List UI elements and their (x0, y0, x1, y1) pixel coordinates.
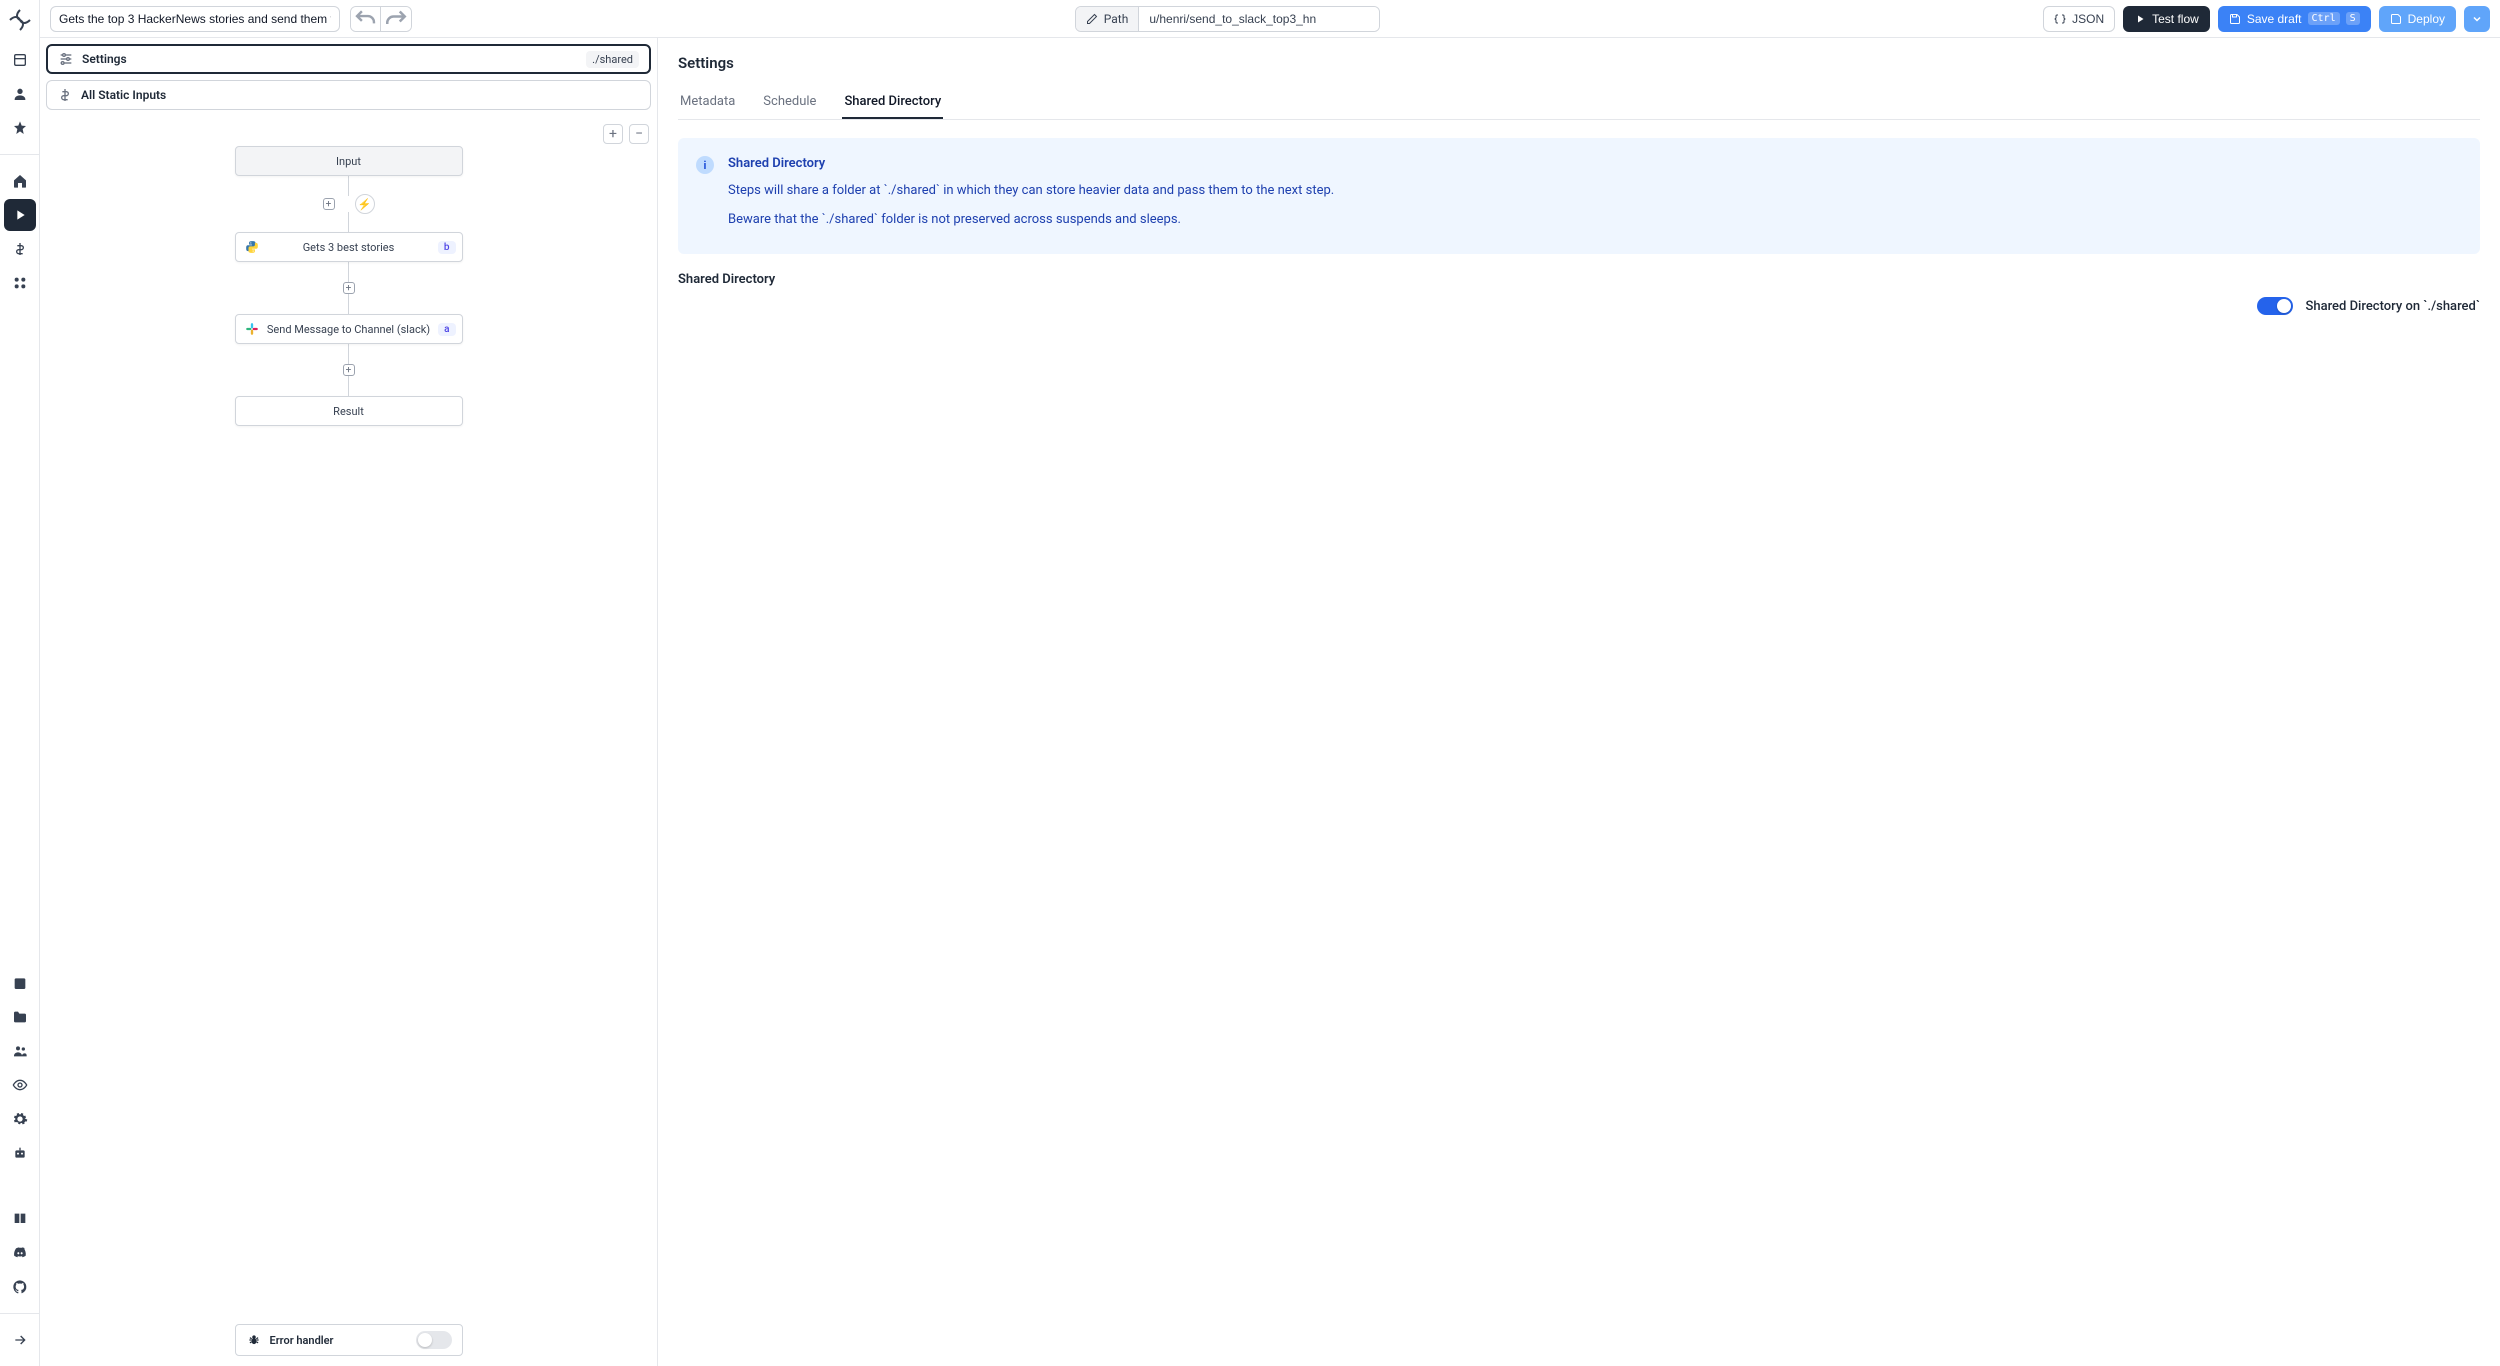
flow-node-step-b[interactable]: Gets 3 best stories b (235, 232, 463, 262)
deploy-label: Deploy (2408, 12, 2445, 26)
flow-canvas[interactable]: Input + ⚡ (40, 116, 657, 426)
dollar-icon (57, 87, 73, 103)
slack-icon (244, 321, 260, 337)
nav-calendar-icon[interactable] (4, 967, 36, 999)
flow-title-input[interactable] (50, 6, 340, 32)
info-box: i Shared Directory Steps will share a fo… (678, 138, 2480, 254)
nav-workspace-icon[interactable] (4, 44, 36, 76)
path-input[interactable] (1139, 7, 1379, 31)
nav-folder-icon[interactable] (4, 1001, 36, 1033)
topbar: Path JSON Test flow Save draft Ctrl (40, 0, 2500, 38)
settings-card-label: Settings (82, 52, 127, 66)
flow-node-step-b-label: Gets 3 best stories (303, 241, 395, 254)
save-icon (2390, 13, 2402, 25)
left-panel: Settings ./shared All Static Inputs + − (40, 38, 658, 1366)
nav-resources-icon[interactable] (4, 267, 36, 299)
info-paragraph-1: Steps will share a folder at `./shared` … (728, 181, 1334, 202)
flow-node-result-label: Result (333, 405, 364, 418)
error-handler-row: Error handler (235, 1324, 463, 1356)
tab-shared-directory[interactable]: Shared Directory (842, 86, 943, 119)
nav-user-icon[interactable] (4, 78, 36, 110)
bug-icon (246, 1332, 262, 1348)
nav-gear-icon[interactable] (4, 1103, 36, 1135)
redo-button[interactable] (381, 7, 411, 31)
error-handler-toggle[interactable] (416, 1331, 452, 1349)
nav-collapse-icon[interactable] (4, 1324, 36, 1356)
info-title: Shared Directory (728, 154, 1334, 175)
nav-play-icon[interactable] (4, 199, 36, 231)
tab-schedule[interactable]: Schedule (761, 86, 818, 119)
save-draft-label: Save draft (2247, 12, 2302, 26)
nav-home-icon[interactable] (4, 165, 36, 197)
sliders-icon (58, 51, 74, 67)
kbd-ctrl: Ctrl (2308, 12, 2340, 25)
settings-card[interactable]: Settings ./shared (46, 44, 651, 74)
add-step-button[interactable]: + (323, 198, 335, 210)
right-panel: Settings Metadata Schedule Shared Direct… (658, 38, 2500, 1366)
play-icon (2134, 13, 2146, 25)
zoom-in-button[interactable]: + (603, 124, 623, 144)
flow-node-step-a[interactable]: Send Message to Channel (slack) a (235, 314, 463, 344)
save-icon (2229, 13, 2241, 25)
tab-metadata[interactable]: Metadata (678, 86, 737, 119)
python-icon (244, 239, 260, 255)
undo-button[interactable] (351, 7, 381, 31)
json-button[interactable]: JSON (2043, 6, 2115, 32)
kbd-s: S (2346, 12, 2360, 25)
error-handler-label: Error handler (270, 1334, 334, 1347)
flow-node-step-a-label: Send Message to Channel (slack) (267, 323, 430, 336)
flow-node-step-b-badge: b (438, 241, 456, 254)
settings-card-badge: ./shared (586, 51, 639, 68)
inputs-card[interactable]: All Static Inputs (46, 80, 651, 110)
shared-directory-toggle-label: Shared Directory on `./shared` (2305, 299, 2480, 314)
nav-eye-icon[interactable] (4, 1069, 36, 1101)
json-button-label: JSON (2072, 12, 2104, 26)
path-label[interactable]: Path (1076, 7, 1140, 31)
inputs-card-label: All Static Inputs (81, 88, 166, 102)
info-paragraph-2: Beware that the `./shared` folder is not… (728, 210, 1334, 231)
flow-node-result[interactable]: Result (235, 396, 463, 426)
add-step-button[interactable]: + (343, 282, 355, 294)
path-label-text: Path (1104, 12, 1129, 26)
deploy-dropdown-button[interactable] (2464, 6, 2490, 32)
nav-book-icon[interactable] (4, 1203, 36, 1235)
flow-node-input-label: Input (336, 155, 361, 168)
shared-directory-toggle[interactable] (2257, 297, 2293, 315)
path-group: Path (1075, 6, 1381, 32)
shared-dir-section-label: Shared Directory (678, 272, 2480, 287)
test-flow-button[interactable]: Test flow (2123, 6, 2210, 32)
flow-node-input[interactable]: Input (235, 146, 463, 176)
test-flow-label: Test flow (2152, 12, 2199, 26)
add-step-button[interactable]: + (343, 364, 355, 376)
chevron-down-icon (2471, 13, 2483, 25)
nav-team-icon[interactable] (4, 1035, 36, 1067)
settings-title: Settings (678, 54, 2480, 72)
nav-star-icon[interactable] (4, 112, 36, 144)
nav-dollar-icon[interactable] (4, 233, 36, 265)
nav-github-icon[interactable] (4, 1271, 36, 1303)
pencil-icon (1086, 13, 1098, 25)
nav-discord-icon[interactable] (4, 1237, 36, 1269)
zoom-out-button[interactable]: − (629, 124, 649, 144)
brackets-icon (2054, 13, 2066, 25)
nav-bot-icon[interactable] (4, 1137, 36, 1169)
app-logo-icon[interactable] (8, 8, 32, 32)
flow-node-step-a-badge: a (438, 323, 455, 336)
trigger-icon[interactable]: ⚡ (355, 194, 375, 214)
deploy-button[interactable]: Deploy (2379, 6, 2456, 32)
sidebar (0, 0, 40, 1366)
settings-tabs: Metadata Schedule Shared Directory (678, 86, 2480, 120)
info-icon: i (696, 156, 714, 174)
save-draft-button[interactable]: Save draft Ctrl S (2218, 6, 2371, 32)
